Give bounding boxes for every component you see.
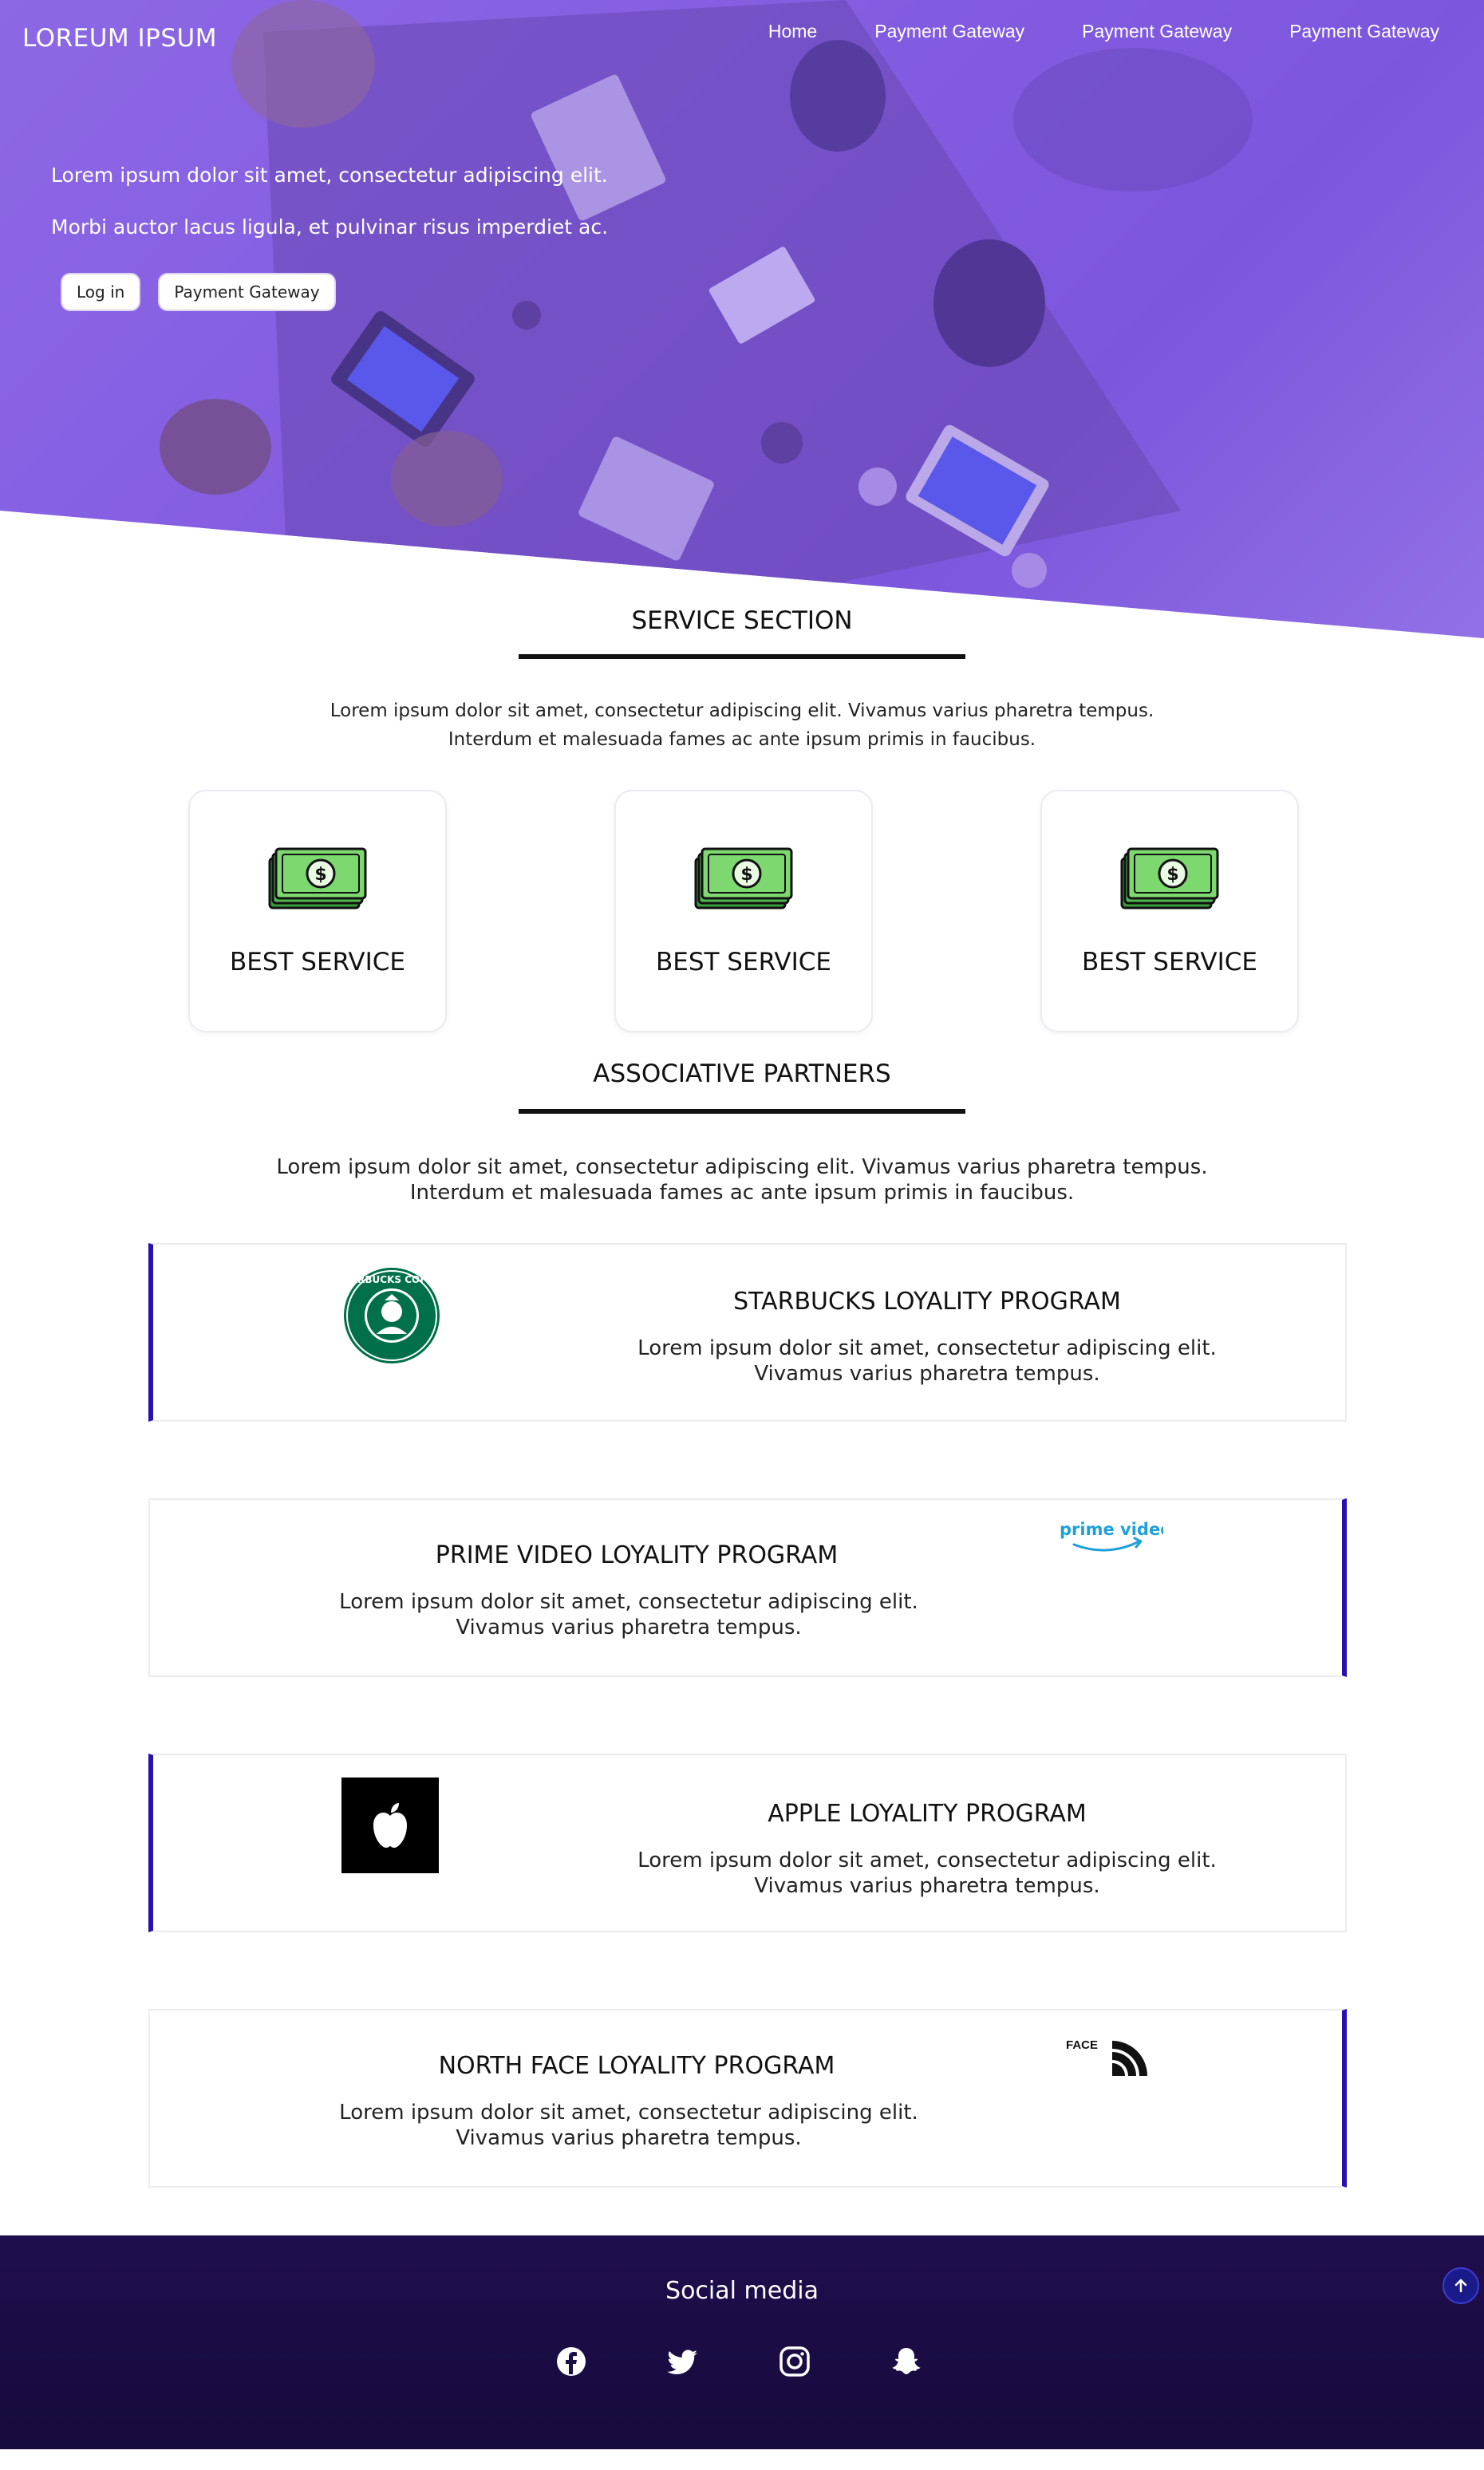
prime-video-logo: prime video <box>1060 1520 1163 1552</box>
partner-title: STARBUCKS LOYALITY PROGRAM <box>733 1288 1121 1316</box>
partner-desc-line-1: Lorem ipsum dolor sit amet, consectetur … <box>637 1849 1217 1872</box>
service-card-label: BEST SERVICE <box>1081 948 1257 977</box>
north-face-logo: THE NORTH FACE <box>1064 2038 1147 2076</box>
svg-text:$: $ <box>1166 865 1178 885</box>
hero-text: Lorem ipsum dolor sit amet, consectetur … <box>51 164 608 267</box>
brand-logo[interactable]: LOREUM IPSUM <box>22 24 217 53</box>
social-icons <box>555 2346 922 2377</box>
partner-desc-line-1: Lorem ipsum dolor sit amet, consectetur … <box>339 2101 918 2125</box>
partners-section-title: ASSOCIATIVE PARTNERS <box>593 1059 891 1088</box>
starbucks-logo: STARBUCKS COFFEE <box>343 1268 440 1363</box>
service-text-line-2: Interdum et malesuada fames ac ante ipsu… <box>448 729 1036 750</box>
twitter-icon[interactable] <box>667 2346 699 2377</box>
partner-desc-line-1: Lorem ipsum dolor sit amet, consectetur … <box>339 1590 918 1614</box>
service-section-title: SERVICE SECTION <box>631 606 853 635</box>
partner-card-north-face[interactable]: THE NORTH FACE NORTH FACE LOYALITY PROGR… <box>148 2009 1347 2188</box>
partner-title: NORTH FACE LOYALITY PROGRAM <box>438 2052 835 2080</box>
service-text-line-1: Lorem ipsum dolor sit amet, consectetur … <box>330 700 1154 721</box>
nav-payment-gateway-2[interactable]: Payment Gateway <box>1082 21 1232 42</box>
service-card-label: BEST SERVICE <box>655 948 831 977</box>
partner-desc-line-2: Vivamus varius pharetra tempus. <box>456 2126 802 2150</box>
hero-overlay <box>0 0 1484 638</box>
service-card[interactable]: $ BEST SERVICE <box>188 790 447 1032</box>
partner-card-prime-video[interactable]: prime video PRIME VIDEO LOYALITY PROGRAM… <box>148 1498 1347 1677</box>
partner-title: PRIME VIDEO LOYALITY PROGRAM <box>435 1541 839 1569</box>
partners-text-line-2: Interdum et malesuada fames ac ante ipsu… <box>409 1181 1075 1205</box>
partner-title: APPLE LOYALITY PROGRAM <box>768 1800 1087 1828</box>
partner-desc-line-1: Lorem ipsum dolor sit amet, consectetur … <box>637 1336 1217 1360</box>
nav-payment-gateway-1[interactable]: Payment Gateway <box>874 21 1024 42</box>
service-card-label: BEST SERVICE <box>229 948 405 977</box>
arrow-up-icon <box>1454 2279 1467 2293</box>
service-title-underline <box>519 654 965 659</box>
service-cards: $ BEST SERVICE $ BEST SERVICE $ BEST SER… <box>188 790 1299 1032</box>
partners-title-underline <box>519 1109 965 1114</box>
money-icon: $ <box>268 847 367 909</box>
service-card[interactable]: $ BEST SERVICE <box>614 790 873 1032</box>
snapchat-icon[interactable] <box>890 2346 922 2377</box>
svg-text:$: $ <box>740 865 752 885</box>
hero-line-2: Morbi auctor lacus ligula, et pulvinar r… <box>51 215 609 239</box>
nav-payment-gateway-3[interactable]: Payment Gateway <box>1289 21 1439 42</box>
hero-buttons: Log in Payment Gateway <box>61 273 336 311</box>
footer: Social media <box>0 2235 1484 2449</box>
nav-home[interactable]: Home <box>768 21 817 42</box>
payment-gateway-button[interactable]: Payment Gateway <box>158 273 336 311</box>
scroll-to-top-button[interactable] <box>1443 2267 1479 2304</box>
money-icon: $ <box>694 847 793 909</box>
partner-desc-line-2: Vivamus varius pharetra tempus. <box>754 1874 1100 1898</box>
north-face-logo-text: THE NORTH FACE <box>1064 2038 1098 2052</box>
partner-card-starbucks[interactable]: STARBUCKS COFFEE STARBUCKS LOYALITY PROG… <box>148 1243 1347 1422</box>
main-nav: Home Payment Gateway Payment Gateway Pay… <box>768 21 1439 42</box>
login-button[interactable]: Log in <box>61 273 141 311</box>
hero-section: LOREUM IPSUM Home Payment Gateway Paymen… <box>0 0 1484 638</box>
apple-logo <box>341 1778 439 1873</box>
partners-text-line-1: Lorem ipsum dolor sit amet, consectetur … <box>276 1155 1208 1179</box>
starbucks-logo-text: STARBUCKS COFFEE <box>343 1274 440 1285</box>
prime-video-logo-text: prime video <box>1060 1520 1163 1539</box>
instagram-icon[interactable] <box>779 2346 811 2377</box>
footer-title: Social media <box>665 2277 819 2305</box>
hero-line-1: Lorem ipsum dolor sit amet, consectetur … <box>51 164 608 187</box>
partner-card-apple[interactable]: APPLE LOYALITY PROGRAM Lorem ipsum dolor… <box>148 1754 1347 1932</box>
money-icon: $ <box>1120 847 1219 909</box>
facebook-icon[interactable] <box>555 2346 587 2377</box>
partner-desc-line-2: Vivamus varius pharetra tempus. <box>456 1616 802 1639</box>
service-card[interactable]: $ BEST SERVICE <box>1040 790 1299 1032</box>
partner-desc-line-2: Vivamus varius pharetra tempus. <box>754 1362 1100 1386</box>
svg-text:$: $ <box>314 865 326 885</box>
